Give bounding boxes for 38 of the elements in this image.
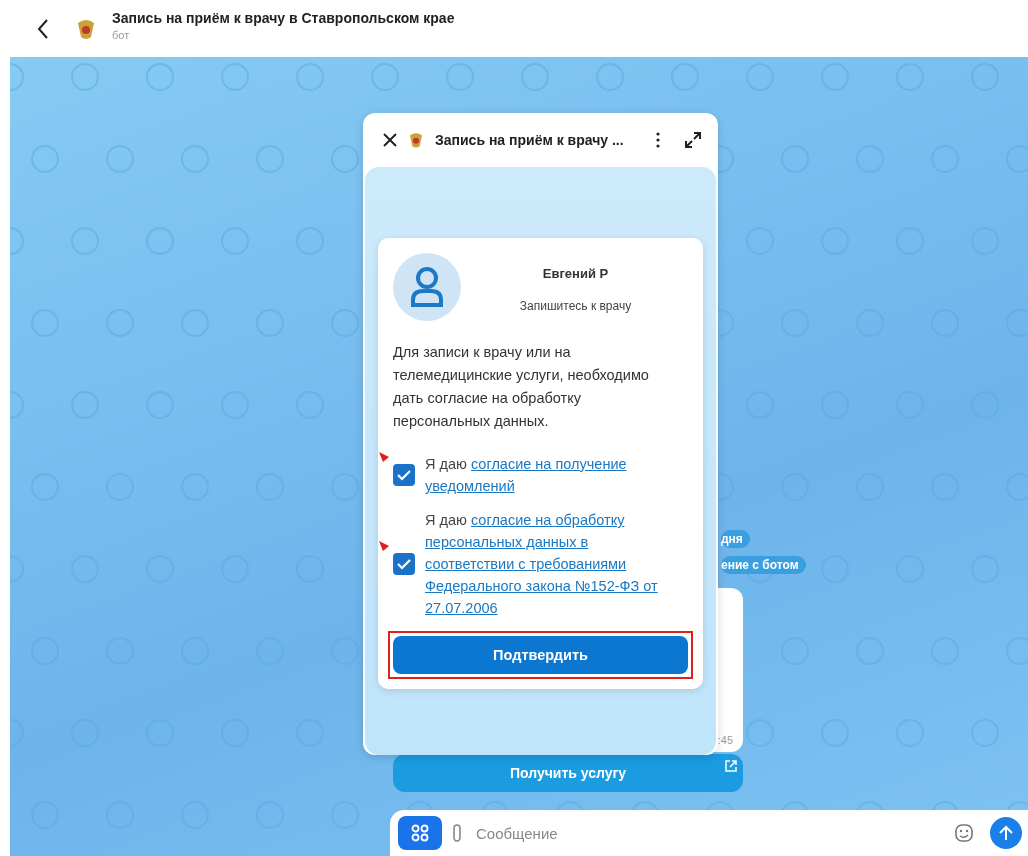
consent-link[interactable]: уведомлений [425,478,515,494]
chat-title: Запись на приём к врачу в Ставропольском крае [112,10,455,26]
consent-label: Я даю [425,512,467,528]
message-time: :45 [717,734,733,746]
menu-button[interactable] [398,816,442,850]
service-message-pill: ение с ботом [721,556,806,574]
checkbox[interactable] [393,553,415,575]
emblem-icon [407,131,425,149]
consent-link[interactable]: персональных данных в [425,534,589,550]
checkmark-icon [397,558,411,570]
consent-link[interactable]: соответствии с требованиями [425,556,627,572]
external-link-icon [725,760,737,772]
expand-icon[interactable] [684,131,702,149]
more-icon[interactable] [656,132,660,148]
sticker-icon[interactable] [954,823,974,843]
grid-icon [411,824,429,842]
send-button[interactable] [990,817,1022,849]
date-pill: дня [721,530,750,548]
card-subtitle: Запишитесь к врачу [519,299,632,313]
user-avatar-icon [393,253,461,321]
message-input-bar[interactable]: Сообщение [390,810,1028,856]
webapp-title: Запись на приём к врачу ... [435,132,625,148]
checkmark-icon [397,469,411,481]
chat-subtitle: бот [112,29,131,41]
consent-link[interactable]: согласие на получение [470,456,627,472]
checkbox[interactable] [393,464,415,486]
back-icon[interactable] [36,17,50,40]
consent-link[interactable]: 27.07.2006 [425,600,498,616]
confirm-button[interactable]: Подтвердить [393,636,688,674]
close-icon[interactable] [383,133,397,147]
consent-text: Для записи к врачу или на телемедицинские услуги, необходимо дать согласие на обработку персональных данных. [393,343,650,431]
consent-link[interactable]: согласие на обработку [470,512,625,528]
paperclip-icon[interactable] [452,823,464,843]
service-button[interactable]: Получить услугу [393,754,743,792]
consent-link[interactable]: Федерального закона №152-ФЗ от [425,578,658,594]
consent-label: Я даю [425,456,467,472]
arrow-up-icon [999,825,1013,841]
user-name: Евгений Р [542,266,609,281]
